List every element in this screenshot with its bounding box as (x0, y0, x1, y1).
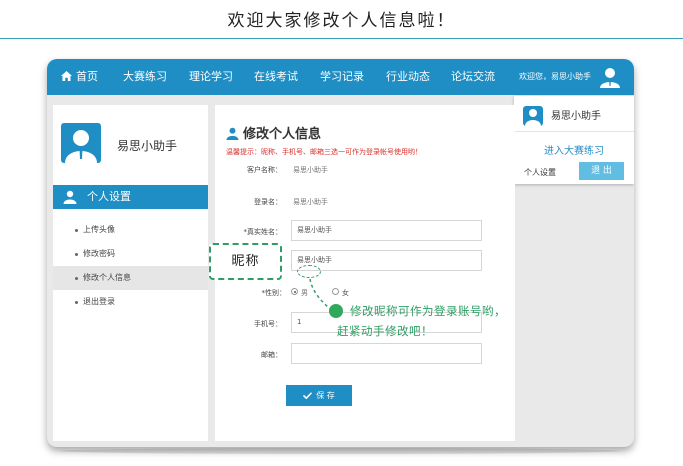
email-label: 邮箱： (261, 351, 282, 359)
headline-divider (0, 38, 683, 39)
nav-item-theory[interactable]: 理论学习 (189, 59, 233, 95)
avatar-icon (523, 106, 543, 126)
form-title-text: 修改个人信息 (243, 127, 322, 142)
tutorial-stage: 欢迎大家修改个人信息啦！ 首页 大赛练习 理论学习 在线考试 学习记录 行业动态… (0, 0, 683, 466)
real-name-input[interactable]: 易思小助手 (291, 220, 482, 241)
real-name-label: *真实姓名： (243, 228, 283, 236)
customer-name-label: 客户名称： (247, 166, 282, 174)
profile-avatar-icon (61, 123, 101, 163)
bullet (75, 253, 78, 256)
login-name-label: 登录名： (254, 198, 282, 206)
sidebar-item-label: 退出登录 (83, 297, 115, 306)
user-dropdown: 易思小助手 进入大赛练习 个人设置 退 出 (514, 96, 634, 184)
logout-button[interactable]: 退 出 (579, 162, 624, 180)
gender-male-label: 男 (301, 289, 308, 297)
email-input[interactable] (291, 343, 482, 364)
gender-label: *性别： (261, 289, 287, 297)
window-shadow (60, 448, 620, 454)
sidebar-item-label: 修改密码 (83, 249, 115, 258)
dropdown-divider (514, 131, 634, 132)
nav-item-records[interactable]: 学习记录 (320, 59, 364, 95)
nav-item-forum[interactable]: 论坛交流 (451, 59, 495, 95)
nav-item-news[interactable]: 行业动态 (386, 59, 430, 95)
personal-settings-link[interactable]: 个人设置 (524, 167, 556, 178)
check-icon (303, 392, 313, 400)
sidebar-section-personal-settings: 个人设置 (53, 185, 208, 209)
sidebar-item-label: 修改个人信息 (83, 273, 131, 282)
user-icon (63, 190, 77, 204)
phone-label: 手机号： (254, 320, 282, 328)
nav-item-exam[interactable]: 在线考试 (254, 59, 298, 95)
profile-name: 易思小助手 (117, 139, 178, 153)
bullet (75, 277, 78, 280)
sidebar-section-label: 个人设置 (87, 190, 131, 203)
annotation-line-2: 赶紧动手修改吧！ (337, 324, 433, 338)
annotation-text: 修改昵称可作为登录账号哟， 赶紧动手修改吧！ (337, 301, 506, 341)
user-avatar-icon[interactable] (599, 66, 621, 88)
dropdown-username: 易思小助手 (551, 111, 601, 122)
welcome-text[interactable]: 欢迎您，易思小助手 (519, 59, 591, 95)
gender-female-radio[interactable] (332, 288, 339, 295)
login-name-value: 易思小助手 (293, 198, 328, 206)
save-label: 保 存 (316, 391, 335, 400)
highlight-circle (297, 265, 321, 278)
gender-male-radio[interactable] (291, 288, 298, 295)
annotation-line-1: 修改昵称可作为登录账号哟， (350, 304, 506, 318)
enter-contest-link[interactable]: 进入大赛练习 (514, 142, 634, 157)
form-title: 修改个人信息 (226, 123, 321, 142)
save-button[interactable]: 保 存 (286, 385, 352, 406)
sidebar: 易思小助手 个人设置 上传头像 修改密码 修改个人信息 退出登录 (53, 105, 208, 441)
user-icon (226, 127, 239, 140)
sidebar-item-edit-profile[interactable]: 修改个人信息 (53, 266, 208, 290)
nav-item-contest[interactable]: 大赛练习 (123, 59, 167, 95)
sidebar-item-upload-avatar[interactable]: 上传头像 (53, 218, 208, 242)
nickname-callout: 昵称 (209, 243, 282, 280)
bullet (75, 229, 78, 232)
top-nav: 首页 大赛练习 理论学习 在线考试 学习记录 行业动态 论坛交流 欢迎您，易思小… (47, 59, 634, 95)
home-icon (61, 71, 72, 81)
gender-female-label: 女 (342, 289, 349, 297)
headline: 欢迎大家修改个人信息啦！ (227, 11, 456, 31)
sidebar-item-change-password[interactable]: 修改密码 (53, 242, 208, 266)
sidebar-item-logout[interactable]: 退出登录 (53, 290, 208, 314)
customer-name-value: 易思小助手 (293, 166, 328, 174)
sidebar-item-label: 上传头像 (83, 225, 115, 234)
nav-item-home[interactable]: 首页 (61, 59, 98, 95)
nav-label: 首页 (76, 70, 98, 83)
tip-text: 温馨提示：昵称、手机号、邮箱三选一可作为登录帐号使用哟！ (226, 148, 422, 156)
bullet (75, 301, 78, 304)
app-window: 首页 大赛练习 理论学习 在线考试 学习记录 行业动态 论坛交流 欢迎您，易思小… (47, 59, 634, 447)
